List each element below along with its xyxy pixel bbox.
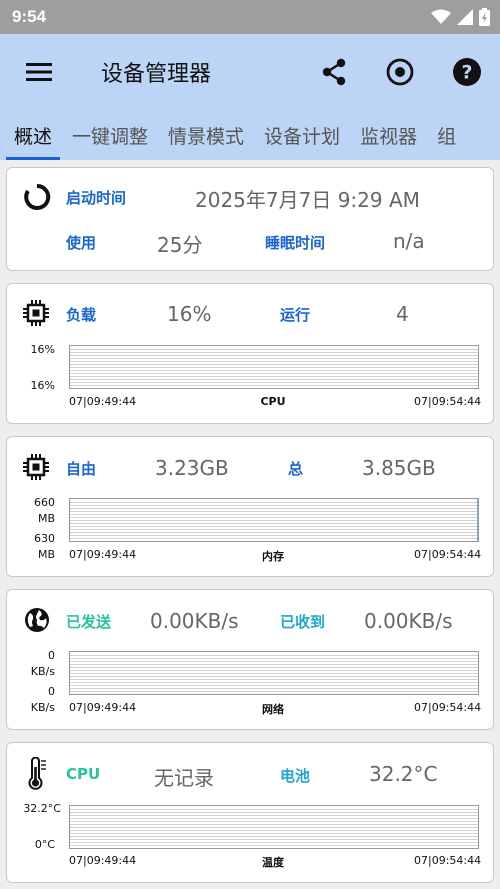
help-icon: ? bbox=[453, 58, 481, 86]
help-button[interactable]: ? bbox=[449, 54, 485, 90]
network-sent-label: 已发送 bbox=[66, 613, 112, 631]
svg-text:?: ? bbox=[461, 62, 472, 84]
status-bar: 9:54 bbox=[0, 0, 500, 34]
network-axis-top: 0 KB/s bbox=[30, 649, 55, 678]
record-icon bbox=[386, 58, 414, 86]
temperature-time-start: 07|09:49:44 bbox=[69, 854, 137, 867]
sleep-time-value: n/a bbox=[393, 229, 425, 253]
cpu-running-value: 4 bbox=[396, 302, 409, 326]
status-time: 9:54 bbox=[12, 7, 47, 26]
network-axis-bottom: 0 KB/s bbox=[30, 685, 55, 714]
memory-chart bbox=[69, 498, 479, 542]
temperature-axis-top: 32.2°C bbox=[23, 802, 61, 815]
tab-overview[interactable]: 概述 bbox=[0, 110, 62, 160]
memory-time-end: 07|09:54:44 bbox=[414, 548, 482, 561]
page-title: 设备管理器 bbox=[101, 62, 212, 87]
status-icons bbox=[431, 8, 490, 26]
cpu-running-label: 运行 bbox=[280, 306, 311, 324]
temperature-card[interactable]: CPU 无记录 电池 32.2°C 32.2°C 0°C 07|09:49:44… bbox=[6, 742, 494, 883]
menu-button[interactable] bbox=[24, 60, 54, 84]
temperature-cpu-label: CPU bbox=[66, 765, 101, 783]
thermometer-icon bbox=[28, 757, 46, 790]
temperature-time-end: 07|09:54:44 bbox=[414, 854, 482, 867]
cpu-chart bbox=[69, 345, 479, 389]
temperature-battery-label: 电池 bbox=[280, 767, 311, 785]
temperature-cpu-value: 无记录 bbox=[154, 766, 214, 790]
cpu-time-start: 07|09:49:44 bbox=[69, 395, 137, 408]
memory-card[interactable]: 自由 3.23GB 总 3.85GB 660 MB 630 MB 07|09:4… bbox=[6, 436, 494, 577]
memory-total-value: 3.85GB bbox=[362, 456, 436, 480]
memory-axis-bottom: 630 MB bbox=[34, 532, 55, 561]
network-card[interactable]: 已发送 0.00KB/s 已收到 0.00KB/s 0 KB/s 0 KB/s … bbox=[6, 589, 494, 730]
network-chart bbox=[69, 651, 479, 695]
network-time-start: 07|09:49:44 bbox=[69, 701, 137, 714]
cpu-load-value: 16% bbox=[167, 302, 212, 326]
used-label: 使用 bbox=[66, 234, 97, 252]
wifi-icon bbox=[431, 9, 451, 24]
share-button[interactable] bbox=[316, 54, 352, 90]
memory-axis-top: 660 MB bbox=[34, 496, 55, 525]
tab-monitor[interactable]: 监视器 bbox=[350, 110, 427, 160]
battery-icon bbox=[479, 8, 490, 26]
memory-time-start: 07|09:49:44 bbox=[69, 548, 137, 561]
network-sent-value: 0.00KB/s bbox=[150, 609, 239, 633]
memory-total-label: 总 bbox=[288, 460, 304, 478]
sleep-time-label: 睡眠时间 bbox=[265, 234, 326, 252]
cpu-axis-bottom: 16% bbox=[30, 379, 55, 392]
memory-free-value: 3.23GB bbox=[155, 456, 229, 480]
boot-time-value: 2025年7月7日 9:29 AM bbox=[195, 188, 420, 212]
temperature-chart bbox=[69, 805, 479, 849]
app-bar: 设备管理器 ? bbox=[0, 34, 500, 110]
signal-icon bbox=[457, 9, 473, 25]
network-received-label: 已收到 bbox=[280, 613, 326, 631]
tab-group[interactable]: 组 bbox=[427, 110, 466, 160]
tab-bar: 概述 一键调整 情景模式 设备计划 监视器 组 bbox=[0, 110, 500, 160]
network-received-value: 0.00KB/s bbox=[364, 609, 453, 633]
used-value: 25分 bbox=[157, 233, 203, 257]
tab-device-plan[interactable]: 设备计划 bbox=[254, 110, 350, 160]
memory-chip-icon bbox=[23, 454, 49, 480]
menu-icon bbox=[26, 63, 52, 81]
tab-one-key-tune[interactable]: 一键调整 bbox=[62, 110, 158, 160]
cpu-load-label: 负载 bbox=[66, 306, 97, 324]
network-chart-name: 网络 bbox=[262, 703, 284, 716]
share-icon bbox=[322, 58, 346, 86]
globe-icon bbox=[25, 608, 49, 632]
cpu-time-end: 07|09:54:44 bbox=[414, 395, 482, 408]
memory-chart-name: 内存 bbox=[262, 550, 284, 563]
temperature-chart-name: 温度 bbox=[262, 856, 284, 869]
temperature-battery-value: 32.2°C bbox=[369, 762, 438, 786]
cpu-card[interactable]: 负载 16% 运行 4 16% 16% 07|09:49:44 CPU 07|0… bbox=[6, 283, 494, 424]
cpu-axis-top: 16% bbox=[30, 343, 55, 356]
boot-time-label: 启动时间 bbox=[66, 189, 127, 207]
network-time-end: 07|09:54:44 bbox=[414, 701, 482, 714]
memory-free-label: 自由 bbox=[66, 460, 97, 478]
uptime-card[interactable]: 启动时间 2025年7月7日 9:29 AM 使用 25分 睡眠时间 n/a bbox=[6, 167, 494, 271]
record-button[interactable] bbox=[382, 54, 418, 90]
cpu-chip-icon bbox=[23, 300, 49, 326]
tab-scene-mode[interactable]: 情景模式 bbox=[158, 110, 254, 160]
temperature-axis-bottom: 0°C bbox=[34, 838, 55, 851]
power-icon bbox=[24, 183, 51, 210]
cpu-chart-name: CPU bbox=[260, 395, 286, 408]
